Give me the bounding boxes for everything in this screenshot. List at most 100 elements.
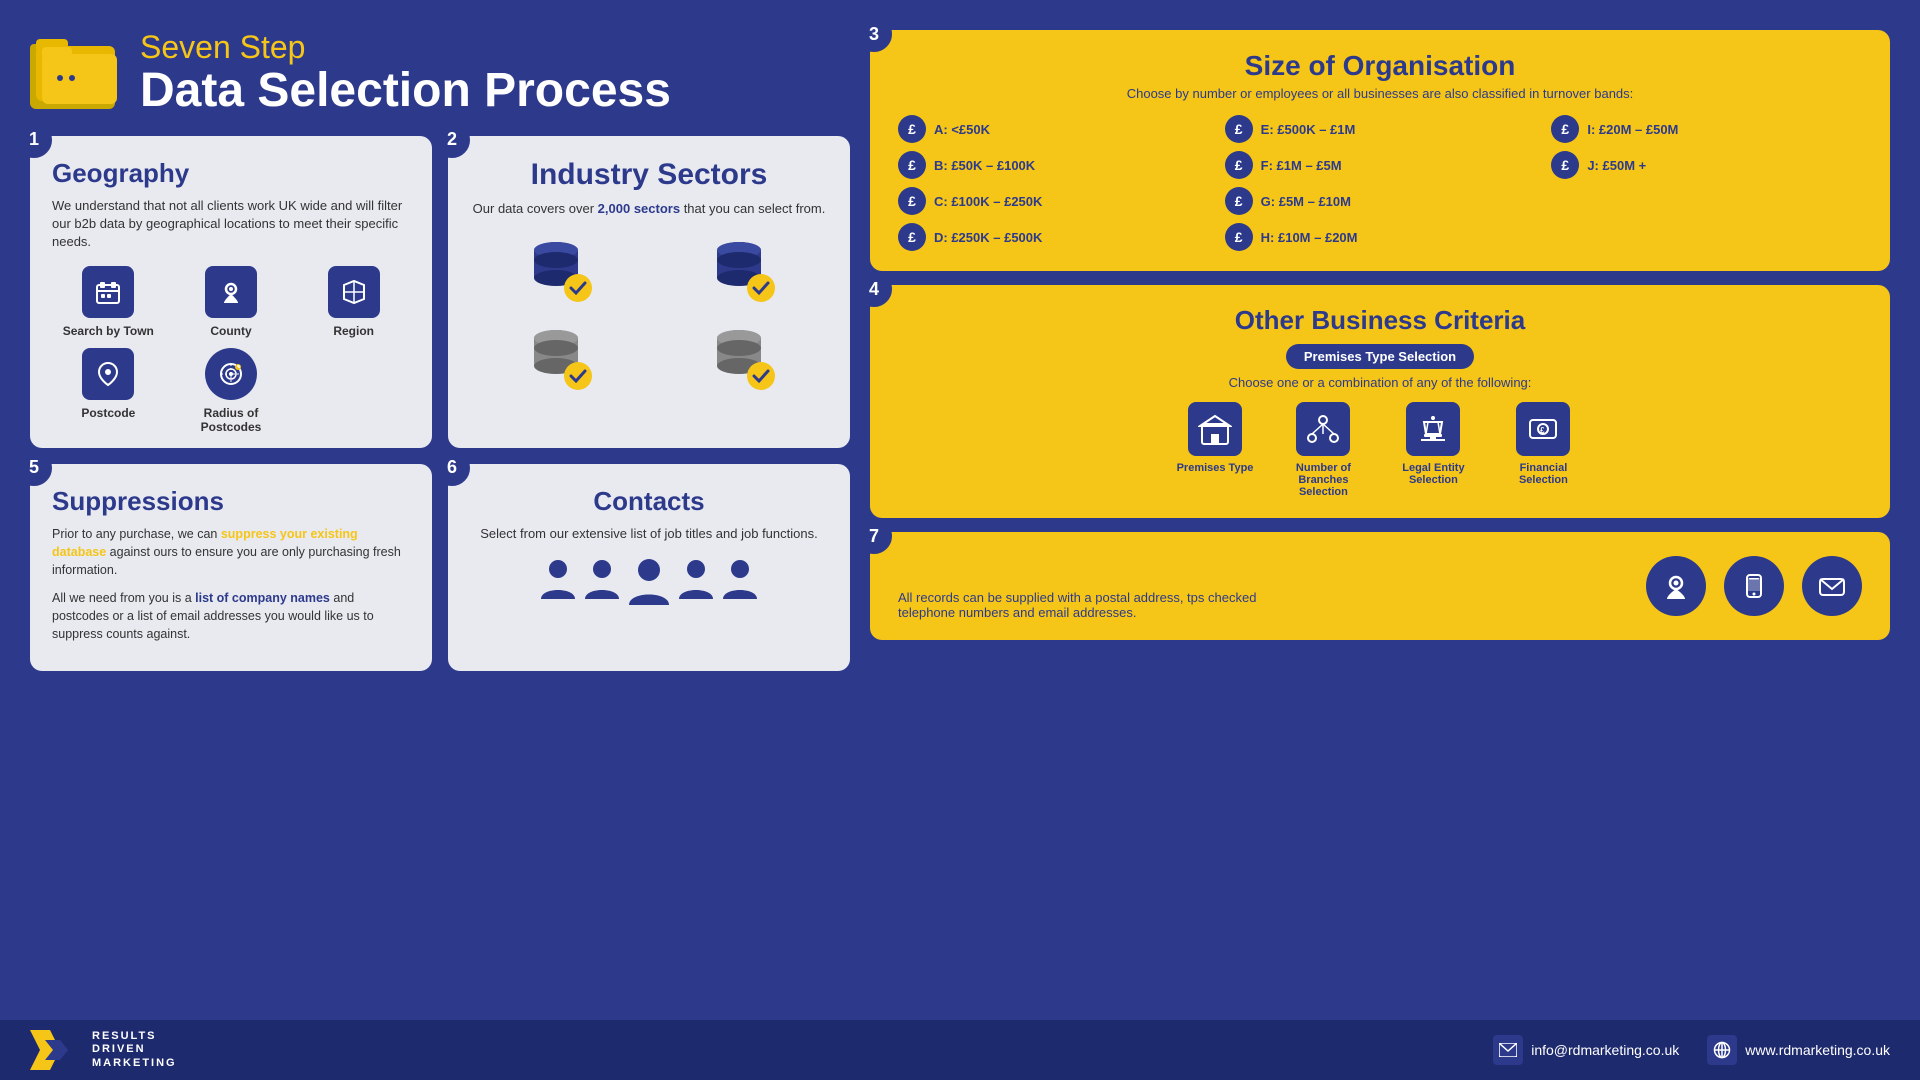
criteria-icons-row: Premises Type Number of B	[898, 402, 1862, 498]
radius-label: Radius of Postcodes	[175, 406, 288, 434]
person-icon-4	[677, 557, 715, 602]
step7-description: All records can be supplied with a posta…	[898, 590, 1278, 620]
band-e: £ E: £500K – £1M	[1225, 115, 1536, 143]
pound-icon-f: £	[1225, 151, 1253, 179]
other-business-criteria-card: 4 Other Business Criteria Premises Type …	[870, 285, 1890, 518]
telephone-icon	[1724, 556, 1784, 616]
pound-icon-e: £	[1225, 115, 1253, 143]
branches-icon	[1296, 402, 1350, 456]
pound-icon-h: £	[1225, 223, 1253, 251]
rdm-text: RESULTS DRIVEN MARKETING	[92, 1030, 177, 1070]
premises-btn[interactable]: Premises Type Selection	[1286, 344, 1474, 369]
financial-selection-item: £ Financial Selection	[1503, 402, 1583, 498]
step2-title: Industry Sectors	[531, 158, 768, 192]
search-by-town-label: Search by Town	[63, 324, 154, 338]
radius-icon	[205, 348, 257, 400]
county-label: County	[210, 324, 251, 338]
footer-email-icon	[1493, 1035, 1523, 1065]
step4-title: Other Business Criteria	[898, 305, 1862, 336]
region-icon	[328, 266, 380, 318]
step7-badge: 7	[856, 518, 892, 554]
channels-text: Channels All records can be supplied wit…	[898, 552, 1278, 620]
legal-entity-icon	[1406, 402, 1460, 456]
database-icons	[470, 230, 828, 398]
step3-subtitle: Choose by number or employees or all bus…	[898, 86, 1862, 101]
email-contact: info@rdmarketing.co.uk	[1493, 1035, 1679, 1065]
email-channel-icon	[1802, 556, 1862, 616]
band-b: £ B: £50K – £100K	[898, 151, 1209, 179]
footer-globe-icon	[1707, 1035, 1737, 1065]
channels-icons-row	[1646, 556, 1862, 616]
band-h: £ H: £10M – £20M	[1225, 223, 1536, 251]
geography-icons: Search by Town County	[52, 266, 410, 434]
person-icon-1	[539, 557, 577, 602]
financial-icon: £	[1516, 402, 1570, 456]
postcode-item: Postcode	[52, 348, 165, 434]
size-bands-grid: £ A: <£50K £ E: £500K – £1M £ I: £20M – …	[898, 115, 1862, 251]
band-i: £ I: £20M – £50M	[1551, 115, 1862, 143]
svg-text:£: £	[1540, 426, 1545, 435]
database-icon-3	[470, 318, 645, 398]
band-d-label: D: £250K – £500K	[934, 230, 1042, 245]
step5-title: Suppressions	[52, 486, 410, 517]
step6-badge: 6	[434, 450, 470, 486]
step6-description: Select from our extensive list of job ti…	[480, 525, 817, 543]
band-d: £ D: £250K – £500K	[898, 223, 1209, 251]
footer-email: info@rdmarketing.co.uk	[1531, 1042, 1679, 1058]
financial-selection-label: Financial Selection	[1503, 462, 1583, 486]
step3-badge: 3	[856, 16, 892, 52]
band-h-label: H: £10M – £20M	[1261, 230, 1358, 245]
database-icon-4	[653, 318, 828, 398]
header-text: Seven Step Data Selection Process	[140, 30, 671, 118]
band-f: £ F: £1M – £5M	[1225, 151, 1536, 179]
step2-badge: 2	[434, 122, 470, 158]
folder-icon	[30, 36, 120, 111]
step1-title: Geography	[52, 158, 410, 189]
step6-title: Contacts	[593, 486, 704, 517]
header: Seven Step Data Selection Process	[30, 30, 850, 118]
pound-icon-i: £	[1551, 115, 1579, 143]
band-a: £ A: <£50K	[898, 115, 1209, 143]
band-i-label: I: £20M – £50M	[1587, 122, 1678, 137]
pound-icon-a: £	[898, 115, 926, 143]
band-c: £ C: £100K – £250K	[898, 187, 1209, 215]
search-by-town-item: Search by Town	[52, 266, 165, 338]
left-side: Seven Step Data Selection Process 1 Geog…	[30, 30, 850, 1060]
rdm-line1: RESULTS	[92, 1030, 177, 1043]
band-b-label: B: £50K – £100K	[934, 158, 1035, 173]
rdm-line2: DRIVEN	[92, 1043, 177, 1056]
step5-badge: 5	[16, 450, 52, 486]
person-icon-2	[583, 557, 621, 602]
pound-icon-b: £	[898, 151, 926, 179]
band-j-label: J: £50M +	[1587, 158, 1646, 173]
contacts-card: 6 Contacts Select from our extensive lis…	[448, 464, 850, 672]
premises-type-icon	[1188, 402, 1242, 456]
pound-icon-j: £	[1551, 151, 1579, 179]
other-subtitle: Choose one or a combination of any of th…	[898, 375, 1862, 390]
band-empty-1	[1551, 187, 1862, 215]
step3-title: Size of Organisation	[898, 50, 1862, 82]
step5-para1: Prior to any purchase, we can suppress y…	[52, 525, 410, 579]
band-c-label: C: £100K – £250K	[934, 194, 1042, 209]
rdm-line3: MARKETING	[92, 1057, 177, 1070]
footer-right: info@rdmarketing.co.uk www.rdmarketing.c…	[1493, 1035, 1890, 1065]
person-icon-3-highlight	[627, 557, 671, 609]
search-by-town-icon	[82, 266, 134, 318]
premises-type-label: Premises Type	[1177, 462, 1254, 474]
premises-type-item: Premises Type	[1177, 402, 1254, 498]
postal-icon	[1646, 556, 1706, 616]
step1-description: We understand that not all clients work …	[52, 197, 410, 252]
header-subtitle: Seven Step	[140, 30, 671, 65]
band-f-label: F: £1M – £5M	[1261, 158, 1342, 173]
size-of-organisation-card: 3 Size of Organisation Choose by number …	[870, 30, 1890, 271]
person-icon-5	[721, 557, 759, 602]
database-icon-1	[470, 230, 645, 310]
geography-card: 1 Geography We understand that not all c…	[30, 136, 432, 448]
legal-entity-selection-label: Legal Entity Selection	[1393, 462, 1473, 486]
channels-card: 7 Channels All records can be supplied w…	[870, 532, 1890, 640]
database-icon-2	[653, 230, 828, 310]
pound-icon-d: £	[898, 223, 926, 251]
step4-badge: 4	[856, 271, 892, 307]
band-g: £ G: £5M – £10M	[1225, 187, 1536, 215]
footer-logo: RESULTS DRIVEN MARKETING	[30, 1030, 177, 1070]
